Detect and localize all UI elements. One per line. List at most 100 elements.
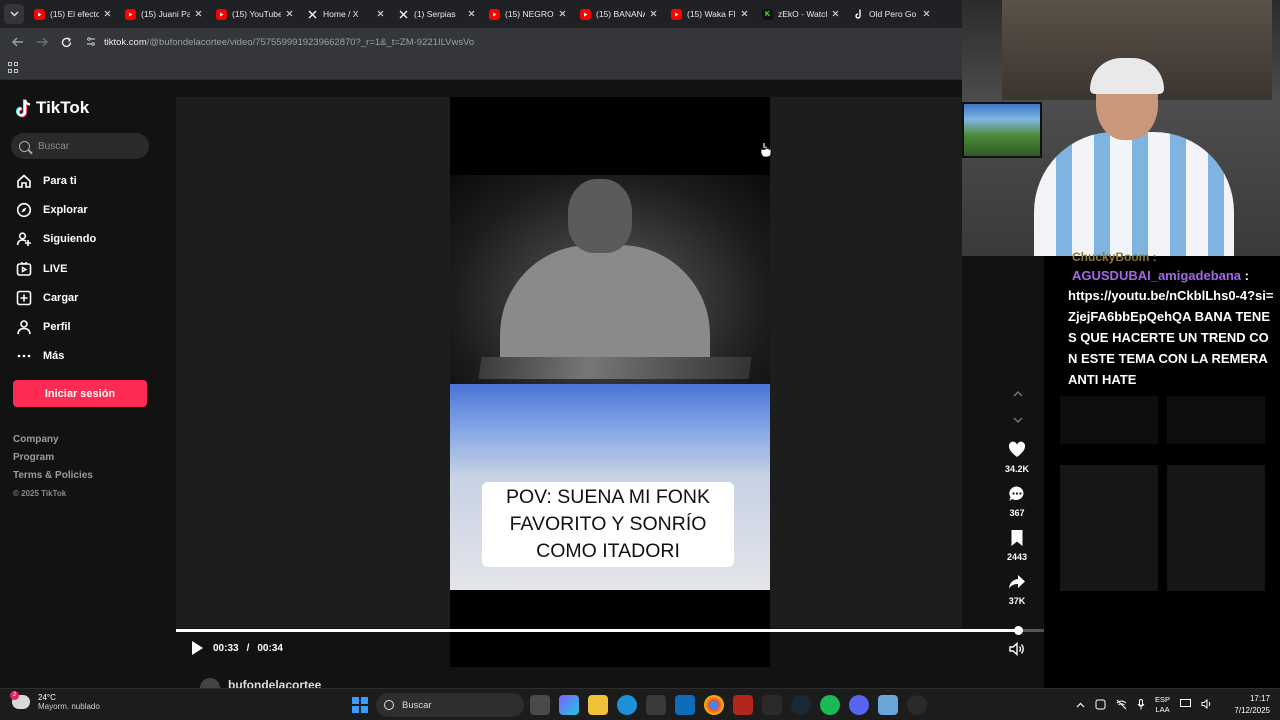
youtube-icon <box>580 8 591 20</box>
close-icon[interactable] <box>923 9 930 20</box>
taskbar-apps <box>530 695 927 715</box>
weather-widget[interactable]: 2 24°C Mayorm. nublado <box>10 691 100 711</box>
browser-tab[interactable]: (15) YouTube <box>210 3 299 25</box>
sidebar: TikTok Para ti Explorar Siguiendo LIVE Carga… <box>0 80 164 688</box>
notification-badge: 2 <box>10 691 19 700</box>
arrow-left-icon <box>12 37 23 47</box>
browser-tab[interactable]: (15) Waka Fl <box>665 3 754 25</box>
sidebar-item-m-s[interactable]: Más <box>0 342 164 371</box>
taskbar-search[interactable]: Buscar <box>376 693 524 717</box>
close-icon[interactable] <box>195 9 202 20</box>
windows-start-icon[interactable] <box>352 697 368 713</box>
browser-tab[interactable]: (15) BANANA <box>574 3 663 25</box>
apps-grid-icon[interactable] <box>8 61 20 74</box>
tiktok-wordmark: TikTok <box>36 98 90 117</box>
chevron-up-icon <box>1013 391 1023 397</box>
comment-action[interactable]: 367 <box>998 483 1036 521</box>
footer-link-program[interactable]: Program <box>13 452 93 470</box>
close-icon[interactable] <box>286 9 293 20</box>
heart-icon[interactable] <box>998 439 1036 461</box>
steam-icon[interactable] <box>791 695 811 715</box>
search-box[interactable] <box>11 133 149 159</box>
browser-tab[interactable]: Old Pero Go <box>847 3 936 25</box>
voicemeeter-icon[interactable] <box>733 695 753 715</box>
close-icon[interactable] <box>104 9 111 20</box>
browser-tab[interactable]: (15) El efecto <box>28 3 117 25</box>
author-name[interactable]: bufondelacortee <box>228 678 321 688</box>
spotify-icon[interactable] <box>820 695 840 715</box>
app-icon[interactable] <box>878 695 898 715</box>
bookmark-icon[interactable] <box>998 527 1036 549</box>
share-icon[interactable] <box>998 571 1036 593</box>
progress-bar[interactable] <box>176 626 1044 635</box>
copyright: © 2025 TikTok <box>13 489 67 498</box>
outlook-icon[interactable] <box>675 695 695 715</box>
sidebar-item-cargar[interactable]: Cargar <box>0 283 164 312</box>
login-button[interactable]: Iniciar sesión <box>13 380 147 407</box>
browser-tab[interactable]: (1) Serpias <box>392 3 481 25</box>
play-icon[interactable] <box>192 641 203 655</box>
edge-icon[interactable] <box>617 695 637 715</box>
close-icon[interactable] <box>377 9 384 20</box>
discord-icon[interactable] <box>849 695 869 715</box>
search-input[interactable] <box>38 140 138 152</box>
previous-video-button[interactable] <box>1012 388 1024 400</box>
close-icon[interactable] <box>650 9 657 20</box>
sidebar-item-perfil[interactable]: Perfil <box>0 312 164 341</box>
back-button[interactable] <box>8 32 28 52</box>
sidebar-item-siguiendo[interactable]: Siguiendo <box>0 225 164 254</box>
footer-link-company[interactable]: Company <box>13 434 93 452</box>
copilot-icon[interactable] <box>559 695 579 715</box>
tiktok-logo[interactable]: TikTok <box>16 98 89 118</box>
clock-date: 7/12/2025 <box>1234 706 1270 715</box>
volume-icon[interactable] <box>1008 642 1026 656</box>
close-icon[interactable] <box>832 9 839 20</box>
sidebar-item-live[interactable]: LIVE <box>0 254 164 283</box>
network-off-icon[interactable] <box>1116 699 1127 712</box>
chevron-down-icon <box>9 11 19 17</box>
comment-icon[interactable] <box>998 483 1036 505</box>
forward-button[interactable] <box>32 32 52 52</box>
app-icon[interactable] <box>762 695 782 715</box>
address-bar-row: tiktok.com /@bufondelacortee/video/75755… <box>0 28 962 56</box>
more-icon <box>16 348 32 364</box>
microphone-icon[interactable] <box>1137 698 1145 712</box>
bookmark-action[interactable]: 2443 <box>998 527 1036 565</box>
tab-title: (15) Waka Fl <box>687 9 736 19</box>
kick-icon: K <box>762 8 773 20</box>
store-icon[interactable] <box>646 695 666 715</box>
browser-tab[interactable]: (15) NEGRO <box>483 3 572 25</box>
sidebar-item-para-ti[interactable]: Para ti <box>0 166 164 195</box>
close-icon[interactable] <box>559 9 566 20</box>
obs-icon[interactable] <box>907 695 927 715</box>
system-clock[interactable]: 17:17 7/12/2025 <box>1228 693 1270 717</box>
video-caption: POV: SUENA MI FONK FAVORITO Y SONRÍO COM… <box>482 482 734 567</box>
task-view-icon[interactable] <box>530 695 550 715</box>
sync-icon[interactable] <box>1095 699 1106 712</box>
video-backdrop-left <box>176 97 450 628</box>
reload-button[interactable] <box>56 32 76 52</box>
speaker-icon[interactable] <box>1201 698 1212 711</box>
browser-tab[interactable]: (15) Juani Pa <box>119 3 208 25</box>
screen: (15) El efecto (15) Juani Pa (15) YouTube H… <box>0 0 1280 720</box>
tab-search-button[interactable] <box>4 4 24 24</box>
chat-colon: : <box>1241 268 1249 283</box>
file-explorer-icon[interactable] <box>588 695 608 715</box>
heart-action[interactable]: 34.2K <box>998 439 1036 477</box>
next-video-button[interactable] <box>1012 414 1024 426</box>
chrome-icon[interactable] <box>704 695 724 715</box>
display-icon[interactable] <box>1180 699 1192 711</box>
browser-tab[interactable]: KzEkO - Watch <box>756 3 845 25</box>
author-avatar[interactable] <box>200 678 220 688</box>
language-indicator[interactable]: ESP LAA <box>1155 695 1170 715</box>
site-info-icon[interactable] <box>86 36 98 48</box>
share-action[interactable]: 37K <box>998 571 1036 609</box>
progress-knob[interactable] <box>1013 626 1023 635</box>
close-icon[interactable] <box>468 9 475 20</box>
chevron-up-icon[interactable] <box>1076 701 1085 710</box>
footer-link-terms[interactable]: Terms & Policies <box>13 470 93 488</box>
browser-tab[interactable]: Home / X <box>301 3 390 25</box>
url-field[interactable]: tiktok.com /@bufondelacortee/video/75755… <box>86 31 962 53</box>
sidebar-item-explorar[interactable]: Explorar <box>0 195 164 224</box>
close-icon[interactable] <box>741 9 748 20</box>
